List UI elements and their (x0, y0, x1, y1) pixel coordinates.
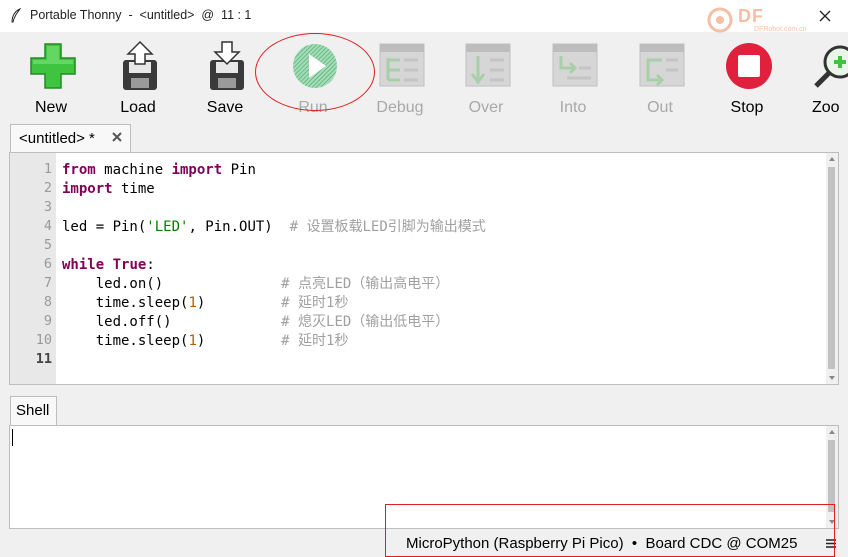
editor-scrollbar[interactable] (826, 153, 838, 384)
code-token: led = Pin( (62, 219, 147, 235)
new-file-icon (30, 43, 76, 89)
line-number: 1 (43, 161, 52, 177)
debug-icon (379, 43, 425, 87)
line-number: 2 (43, 180, 52, 196)
status-highlight-annotation (385, 504, 835, 557)
stop-button[interactable]: Stop (715, 38, 779, 118)
code-token: import (62, 181, 113, 197)
line-number: 3 (43, 199, 52, 215)
code-token: : (146, 257, 155, 273)
watermark-text: DF (738, 6, 764, 26)
line-number: 4 (43, 218, 52, 234)
text-cursor (12, 429, 13, 446)
code-token: # 点亮LED（输出高电平） (281, 276, 450, 292)
code-token: while (62, 257, 105, 273)
scrollbar-thumb[interactable] (828, 440, 835, 512)
code-token: time.sleep( (62, 295, 189, 311)
code-token: ) (196, 333, 282, 349)
code-token: import (171, 162, 223, 178)
code-token: 'LED' (146, 219, 189, 235)
stop-button-label: Stop (730, 99, 764, 116)
new-button-label: New (34, 99, 67, 116)
tab-untitled[interactable]: <untitled> * (10, 124, 131, 152)
code-token: led.off() (62, 314, 282, 330)
code-token: , Pin.OUT) (188, 219, 290, 235)
code-line: led.on() # 点亮LED（输出高电平） (62, 275, 450, 294)
scroll-down-icon[interactable] (827, 373, 837, 383)
code-line: time.sleep(1) # 延时1秒 (62, 294, 349, 313)
code-token: # 熄灭LED（输出低电平） (281, 314, 450, 330)
save-button-label: Save (206, 99, 244, 116)
code-token: ) (196, 295, 282, 311)
load-file-icon (123, 40, 157, 90)
title-bar: Portable Thonny - <untitled> @ 11 : 1 DF… (0, 0, 848, 34)
run-highlight-annotation (255, 33, 375, 111)
stop-icon (726, 43, 772, 89)
feather-icon (11, 8, 22, 23)
step-out-button-label: Out (647, 99, 673, 116)
scroll-up-icon[interactable] (827, 154, 837, 164)
step-into-icon (552, 43, 598, 87)
debug-button[interactable]: Debug (368, 38, 432, 118)
code-line: led.off() # 熄灭LED（输出低电平） (62, 313, 450, 332)
editor-tab-title: <untitled> * (19, 130, 95, 147)
line-number: 5 (43, 237, 52, 253)
line-number: 8 (43, 294, 52, 310)
code-token: 1 (188, 295, 197, 311)
step-into-button[interactable]: Into (541, 38, 605, 118)
line-number: 6 (43, 256, 52, 272)
debug-button-label: Debug (376, 99, 424, 116)
code-token: time (112, 181, 155, 197)
line-number: 9 (43, 313, 52, 329)
tab-shell[interactable]: Shell (10, 396, 57, 426)
close-icon[interactable] (812, 3, 838, 29)
load-button-label: Load (120, 99, 156, 116)
zoom-button-label: Zoo (812, 99, 840, 116)
scroll-up-icon[interactable] (827, 427, 837, 437)
save-file-icon (210, 41, 244, 90)
scrollbar-thumb[interactable] (828, 167, 835, 369)
new-button[interactable]: New (19, 38, 83, 118)
line-number-gutter: 1 2 3 4 5 6 7 8 9 10 11 (10, 153, 56, 384)
save-button[interactable]: Save (193, 38, 257, 118)
step-over-button-label: Over (468, 99, 504, 116)
line-number: 7 (43, 275, 52, 291)
code-line: time.sleep(1) # 延时1秒 (62, 332, 349, 351)
robot-logo-icon (707, 7, 733, 33)
zoom-button[interactable]: Zoo (800, 38, 848, 118)
code-token: from (62, 162, 96, 178)
window-title: Portable Thonny - <untitled> @ 11 : 1 (30, 8, 252, 22)
code-token: led.on() (62, 276, 282, 292)
step-out-icon (639, 43, 685, 87)
code-token: True (112, 257, 147, 273)
watermark-logo: DF DFRobot.com.cn (700, 4, 810, 34)
line-number: 10 (35, 332, 52, 348)
close-tab-icon[interactable] (110, 130, 124, 144)
code-token: # 延时1秒 (281, 333, 349, 349)
code-line: import time (62, 180, 155, 199)
step-out-button[interactable]: Out (628, 38, 692, 118)
code-token: # 延时1秒 (281, 295, 349, 311)
code-token: Pin (222, 162, 256, 178)
zoom-icon (814, 45, 848, 88)
line-number: 11 (35, 351, 52, 367)
step-into-button-label: Into (559, 99, 587, 116)
code-token: # 设置板载LED引脚为输出模式 (289, 219, 486, 235)
code-token: machine (95, 162, 172, 178)
code-token: time.sleep( (62, 333, 189, 349)
code-line: from machine import Pin (62, 161, 256, 180)
load-button[interactable]: Load (106, 38, 170, 118)
code-token: 1 (188, 333, 197, 349)
step-over-button[interactable]: Over (454, 38, 518, 118)
code-line: while True: (62, 256, 155, 275)
code-editor[interactable]: 1 2 3 4 5 6 7 8 9 10 11 from machine import Pin imp… (9, 152, 839, 385)
code-line: led = Pin('LED', Pin.OUT) # 设置板载LED引脚为输出… (62, 218, 486, 237)
shell-tab-title: Shell (16, 402, 50, 419)
step-over-icon (465, 43, 511, 87)
toolbar: New Load Save Run Debug Over Into Out St… (0, 32, 848, 118)
